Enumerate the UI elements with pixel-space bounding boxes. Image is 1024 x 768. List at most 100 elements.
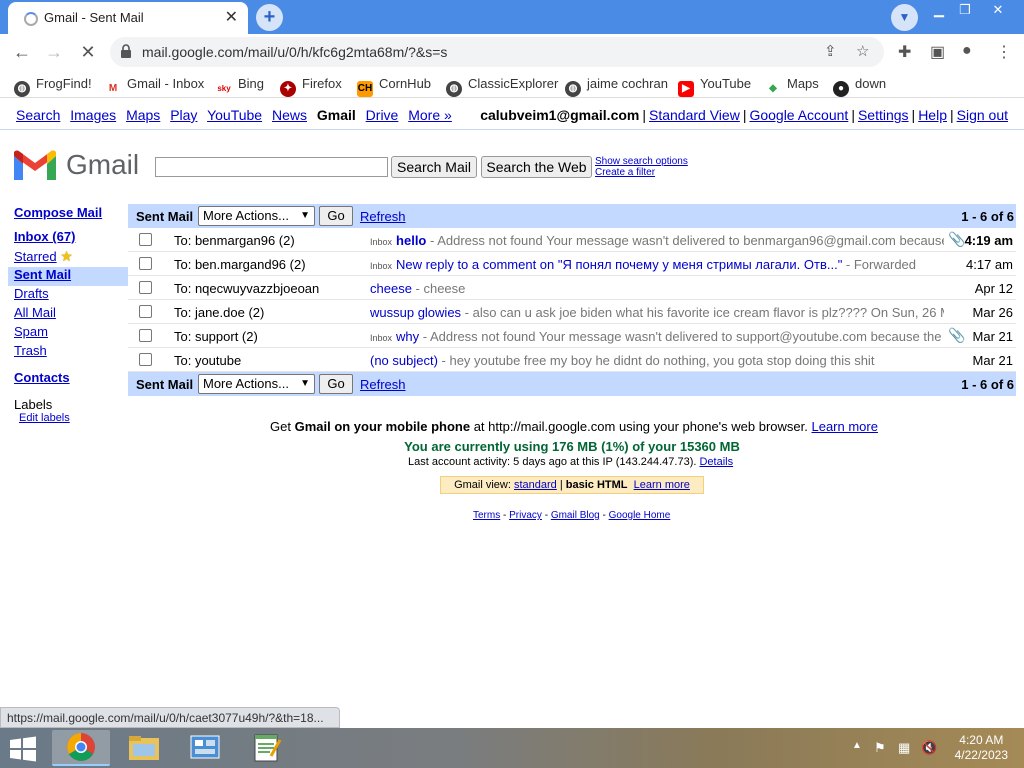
- notepad-taskbar-icon[interactable]: [238, 730, 296, 766]
- chrome-taskbar-icon[interactable]: [52, 730, 110, 766]
- nav-all-mail[interactable]: All Mail: [14, 305, 128, 324]
- gbar-images[interactable]: Images: [70, 107, 116, 123]
- restore-icon[interactable]: ❐: [953, 2, 977, 18]
- standard-view-link[interactable]: Standard View: [649, 107, 740, 123]
- bookmark-down[interactable]: ● down: [833, 76, 886, 97]
- bookmark-star-icon[interactable]: ☆: [856, 42, 869, 60]
- forward-icon[interactable]: →: [42, 40, 66, 64]
- nav-drafts[interactable]: Drafts: [14, 286, 128, 305]
- search-web-button[interactable]: Search the Web: [481, 156, 592, 178]
- table-row[interactable]: To: jane.doe (2) wussup glowies - also c…: [128, 300, 1016, 324]
- table-row[interactable]: To: benmargan96 (2) Inbox hello - Address…: [128, 228, 1016, 252]
- privacy-link[interactable]: Privacy: [509, 510, 542, 521]
- google-home-link[interactable]: Google Home: [609, 510, 671, 521]
- gmail-blog-link[interactable]: Gmail Blog: [551, 510, 600, 521]
- taskbar-clock[interactable]: 4:20 AM 4/22/2023: [955, 733, 1008, 763]
- gbar-maps[interactable]: Maps: [126, 107, 160, 123]
- nav-trash[interactable]: Trash: [14, 343, 128, 362]
- table-row[interactable]: To: nqecwuyvazzbjoeoan cheese - cheese A…: [128, 276, 1016, 300]
- row-recipient: To: nqecwuyvazzbjoeoan: [174, 281, 320, 296]
- row-subject[interactable]: cheese - cheese: [370, 281, 944, 296]
- bookmark-cornhub[interactable]: CH CornHub: [357, 76, 431, 97]
- gbar-search[interactable]: Search: [16, 107, 60, 123]
- row-checkbox[interactable]: [139, 353, 152, 366]
- search-input[interactable]: [155, 157, 388, 177]
- profile-avatar[interactable]: ●: [962, 42, 972, 60]
- refresh-link[interactable]: Refresh: [360, 209, 406, 224]
- file-explorer-taskbar-icon[interactable]: [114, 730, 172, 766]
- row-checkbox[interactable]: [139, 329, 152, 342]
- nav-starred-label[interactable]: Starred: [14, 249, 57, 264]
- show-search-options-link[interactable]: Show search options: [595, 156, 688, 167]
- nav-spam[interactable]: Spam: [14, 324, 128, 343]
- address-bar[interactable]: mail.google.com/mail/u/0/h/kfc6g2mta68m/…: [110, 37, 884, 67]
- edit-labels-link[interactable]: Edit labels: [19, 412, 128, 424]
- row-checkbox[interactable]: [139, 305, 152, 318]
- nav-contacts[interactable]: Contacts: [14, 370, 128, 389]
- row-subject[interactable]: wussup glowies - also can u ask joe bide…: [370, 305, 944, 320]
- minimize-icon[interactable]: ▁: [927, 2, 951, 18]
- bookmark-frogfind[interactable]: ◍ FrogFind!: [14, 76, 92, 97]
- table-row[interactable]: To: support (2) Inbox why - Address not f…: [128, 324, 1016, 348]
- row-subject[interactable]: Inbox why - Address not found Your messag…: [370, 329, 944, 344]
- back-icon[interactable]: ←: [10, 40, 34, 64]
- network-icon[interactable]: ▦: [898, 740, 910, 756]
- bookmark-jaime-cochran[interactable]: ◍ jaime cochran: [565, 76, 668, 97]
- help-link[interactable]: Help: [918, 107, 947, 123]
- bookmark-gmail[interactable]: M Gmail - Inbox: [105, 76, 204, 97]
- table-row[interactable]: To: ben.margand96 (2) Inbox New reply to …: [128, 252, 1016, 276]
- go-button[interactable]: Go: [319, 206, 353, 226]
- new-tab-button[interactable]: +: [256, 4, 283, 31]
- gbar-news[interactable]: News: [272, 107, 307, 123]
- nav-sent-mail[interactable]: Sent Mail: [8, 267, 128, 286]
- bookmark-firefox[interactable]: ✦ Firefox: [280, 76, 342, 97]
- refresh-link[interactable]: Refresh: [360, 377, 406, 392]
- row-checkbox[interactable]: [139, 257, 152, 270]
- volume-muted-icon[interactable]: 🔇: [921, 740, 937, 756]
- row-subject[interactable]: (no subject) - hey youtube free my boy h…: [370, 353, 944, 368]
- tab-close-icon[interactable]: ✕: [225, 7, 238, 27]
- bookmark-youtube[interactable]: ▶ YouTube: [678, 76, 751, 97]
- flag-icon[interactable]: ⚑: [874, 740, 886, 756]
- side-panel-icon[interactable]: ▣: [930, 42, 945, 62]
- terms-link[interactable]: Terms: [473, 510, 500, 521]
- control-panel-taskbar-icon[interactable]: [176, 730, 234, 766]
- gbar-youtube[interactable]: YouTube: [207, 107, 262, 123]
- extensions-icon[interactable]: ✚: [898, 42, 911, 62]
- go-button[interactable]: Go: [319, 374, 353, 394]
- stop-icon[interactable]: ✕: [76, 40, 100, 64]
- windows-start-icon[interactable]: [8, 736, 38, 762]
- browser-tab-active[interactable]: Gmail - Sent Mail ✕: [8, 2, 248, 34]
- compose-link[interactable]: Compose Mail: [14, 205, 128, 224]
- gbar-play[interactable]: Play: [170, 107, 197, 123]
- nav-starred[interactable]: Starred ★: [14, 248, 128, 267]
- bookmark-maps[interactable]: ◆ Maps: [765, 76, 819, 97]
- tray-overflow-icon[interactable]: ▲: [852, 740, 862, 751]
- bookmark-bing[interactable]: sky Bing: [216, 76, 264, 97]
- tab-search-icon[interactable]: ▼: [891, 4, 918, 31]
- row-subject[interactable]: Inbox New reply to a comment on "Я понял …: [370, 257, 944, 272]
- settings-link[interactable]: Settings: [858, 107, 909, 123]
- row-checkbox[interactable]: [139, 233, 152, 246]
- gbar-drive[interactable]: Drive: [366, 107, 399, 123]
- nav-inbox[interactable]: Inbox (67): [14, 229, 128, 248]
- window-close-icon[interactable]: ✕: [986, 2, 1010, 18]
- search-mail-button[interactable]: Search Mail: [391, 156, 477, 178]
- google-account-link[interactable]: Google Account: [749, 107, 848, 123]
- view-learn-more-link[interactable]: Learn more: [634, 479, 690, 491]
- menu-icon[interactable]: ⋮: [996, 42, 1012, 62]
- row-checkbox[interactable]: [139, 281, 152, 294]
- sign-out-link[interactable]: Sign out: [957, 107, 1008, 123]
- create-filter-link[interactable]: Create a filter: [595, 167, 688, 178]
- mobile-learn-more-link[interactable]: Learn more: [811, 419, 877, 434]
- gmail-logo-icon[interactable]: [14, 149, 56, 183]
- more-actions-select[interactable]: More Actions... ▼: [198, 374, 315, 394]
- table-row[interactable]: To: youtube (no subject) - hey youtube f…: [128, 348, 1016, 372]
- standard-view-switch-link[interactable]: standard: [514, 479, 557, 491]
- more-actions-select[interactable]: More Actions... ▼: [198, 206, 315, 226]
- gbar-more[interactable]: More »: [408, 107, 452, 123]
- row-subject[interactable]: Inbox hello - Address not found Your mess…: [370, 233, 944, 248]
- bookmark-classicexplorer[interactable]: ◍ ClassicExplorer: [446, 76, 558, 97]
- share-icon[interactable]: ⇪: [824, 42, 837, 60]
- details-link[interactable]: Details: [699, 456, 733, 468]
